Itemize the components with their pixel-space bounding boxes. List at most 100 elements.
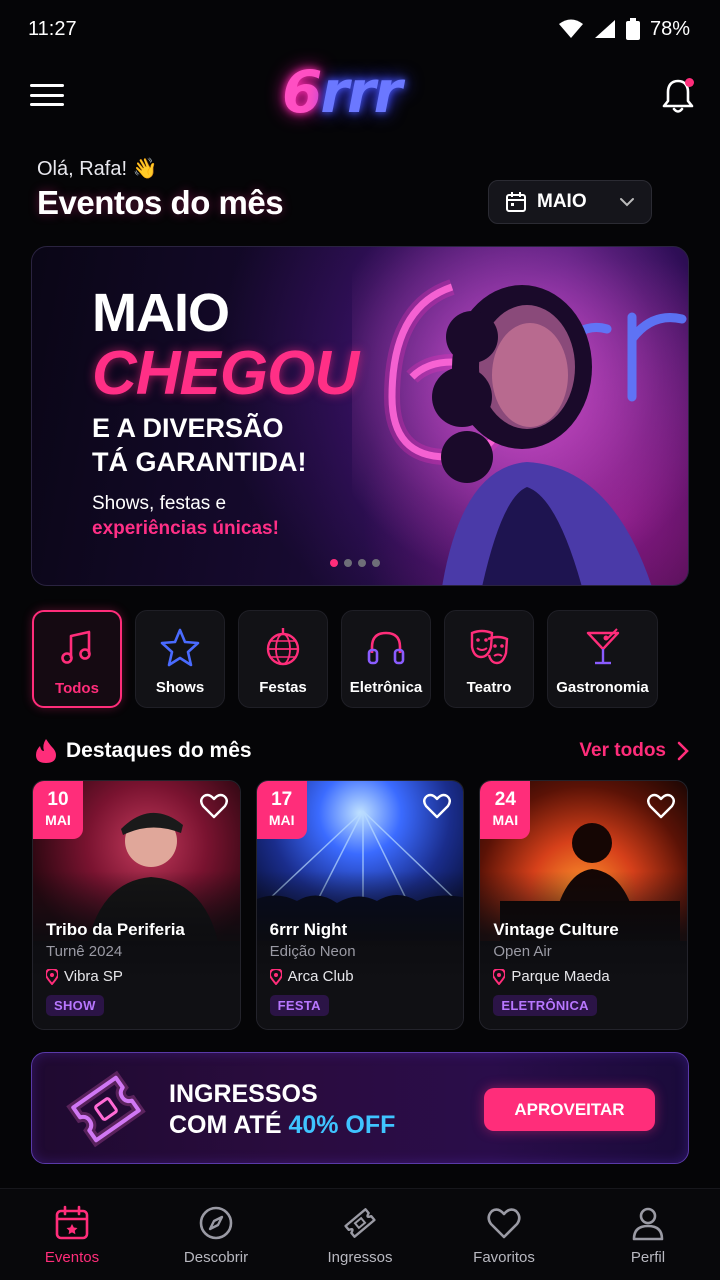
disco-ball-icon	[266, 628, 300, 666]
cocktail-icon	[586, 628, 619, 665]
logo-six: 6	[282, 58, 322, 126]
banner-subtitle-1: Shows, festas e	[92, 493, 227, 514]
favorite-heart-icon[interactable]	[647, 793, 675, 819]
headphones-icon	[367, 631, 405, 665]
event-tag: FESTA	[269, 995, 329, 1016]
ticket-icon	[344, 1208, 376, 1238]
event-venue: Arca Club	[287, 968, 354, 985]
nav-favoritos[interactable]: Favoritos	[432, 1189, 576, 1280]
promo-line-1: INGRESSOS	[169, 1080, 318, 1108]
event-day: 24	[494, 789, 516, 810]
aproveitar-button[interactable]: APROVEITAR	[484, 1088, 655, 1131]
category-label: Shows	[155, 679, 205, 696]
category-label: Eletrônica	[349, 679, 423, 696]
event-tag: SHOW	[46, 995, 104, 1016]
carousel-dot[interactable]	[330, 559, 338, 567]
compass-icon	[199, 1206, 233, 1240]
event-info: Vintage Culture Open Air Parque Maeda EL…	[493, 919, 683, 1016]
event-date-badge: 10 MAI	[33, 781, 83, 839]
favorite-heart-icon[interactable]	[423, 793, 452, 819]
month-select-value: MAIO	[537, 191, 587, 212]
see-all-link[interactable]: Ver todos	[579, 740, 690, 762]
bottom-navigation: Eventos Descobrir Ingressos Favoritos Pe…	[0, 1188, 720, 1280]
fire-icon	[36, 739, 56, 763]
category-eletronica[interactable]: Eletrônica	[341, 610, 431, 708]
nav-label: Descobrir	[183, 1249, 249, 1266]
app-logo[interactable]: 6rrr	[282, 62, 402, 122]
event-card[interactable]: 17 MAI 6rrr Night Edição Neon Arca Club …	[255, 780, 465, 1030]
signal-icon	[594, 20, 615, 38]
event-day: 17	[271, 789, 293, 810]
banner-headline-1: MAIO	[92, 283, 230, 343]
nav-descobrir[interactable]: Descobrir	[144, 1189, 288, 1280]
highlights-title: Destaques do mês	[66, 739, 252, 762]
location-pin-icon	[46, 969, 58, 985]
user-icon	[632, 1207, 664, 1241]
banner-headline-3b: TÁ GARANTIDA!	[92, 447, 307, 477]
promo-text: INGRESSOS COM ATÉ 40% OFF	[169, 1079, 395, 1141]
event-info: Tribo da Periferia Turnê 2024 Vibra SP S…	[46, 919, 236, 1016]
banner-headline-2: CHEGOU	[92, 339, 359, 408]
carousel-dot[interactable]	[372, 559, 380, 567]
nav-eventos[interactable]: Eventos	[0, 1189, 144, 1280]
category-gastronomia[interactable]: Gastronomia	[547, 610, 658, 708]
event-subtitle: Edição Neon	[269, 943, 356, 960]
status-icons: 78%	[558, 18, 690, 41]
highlights-header: Destaques do mês Ver todos	[34, 736, 690, 766]
nav-label: Eventos	[44, 1249, 100, 1266]
battery-icon	[625, 18, 640, 40]
event-venue: Parque Maeda	[511, 968, 610, 985]
event-location: Arca Club	[269, 967, 460, 987]
chevron-right-icon	[677, 741, 689, 761]
notification-dot	[685, 78, 694, 87]
category-todos[interactable]: Todos	[32, 610, 122, 708]
hero-banner[interactable]: MAIO CHEGOU E A DIVERSÃO TÁ GARANTIDA! S…	[31, 246, 689, 586]
event-card[interactable]: 24 MAI Vintage Culture Open Air Parque M…	[479, 780, 689, 1030]
logo-rrr: rrr	[320, 58, 402, 126]
event-subtitle: Open Air	[493, 943, 552, 960]
event-card[interactable]: 10 MAI Tribo da Periferia Turnê 2024 Vib…	[32, 780, 241, 1030]
category-filters: Todos Shows Festas Eletrônica Teatro Gas…	[32, 610, 688, 708]
category-shows[interactable]: Shows	[135, 610, 225, 708]
nav-perfil[interactable]: Perfil	[576, 1189, 720, 1280]
carousel-dot[interactable]	[358, 559, 366, 567]
event-day: 10	[47, 789, 69, 810]
event-title: Vintage Culture	[493, 920, 619, 939]
wifi-icon	[558, 19, 583, 38]
category-label: Gastronomia	[556, 679, 649, 696]
event-location: Vibra SP	[46, 967, 236, 987]
event-subtitle: Turnê 2024	[46, 943, 123, 960]
event-title: Tribo da Periferia	[46, 920, 185, 939]
star-icon	[160, 628, 200, 667]
location-pin-icon	[269, 969, 282, 985]
event-month: MAI	[45, 812, 71, 828]
event-date-badge: 17 MAI	[256, 781, 307, 839]
event-date-badge: 24 MAI	[480, 781, 531, 839]
category-festas[interactable]: Festas	[238, 610, 328, 708]
calendar-icon	[55, 1205, 89, 1240]
carousel-dot[interactable]	[344, 559, 352, 567]
status-time: 11:27	[28, 17, 77, 40]
banner-artwork	[352, 247, 688, 585]
event-info: 6rrr Night Edição Neon Arca Club FESTA	[269, 919, 460, 1016]
event-venue: Vibra SP	[64, 968, 123, 985]
promo-line-2-prefix: COM ATÉ	[169, 1111, 289, 1139]
banner-subtitle-2: experiências únicas!	[92, 518, 279, 539]
category-label: Festas	[259, 679, 307, 696]
event-title: 6rrr Night	[269, 920, 348, 939]
menu-button[interactable]	[30, 80, 64, 110]
category-label: Todos	[55, 680, 99, 697]
nav-ingressos[interactable]: Ingressos	[288, 1189, 432, 1280]
favorite-heart-icon[interactable]	[199, 793, 228, 819]
promo-banner[interactable]: INGRESSOS COM ATÉ 40% OFF APROVEITAR	[31, 1052, 689, 1164]
page-title: Eventos do mês	[37, 184, 284, 221]
notifications-button[interactable]	[660, 76, 696, 116]
month-select[interactable]: MAIO	[488, 180, 652, 224]
promo-discount: 40% OFF	[288, 1111, 396, 1139]
menu-icon-bar	[30, 93, 64, 97]
theater-masks-icon	[470, 629, 509, 665]
music-note-icon	[61, 630, 91, 664]
category-teatro[interactable]: Teatro	[444, 610, 534, 708]
promo-line-2: COM ATÉ 40% OFF	[169, 1110, 395, 1141]
chevron-down-icon	[620, 198, 634, 207]
